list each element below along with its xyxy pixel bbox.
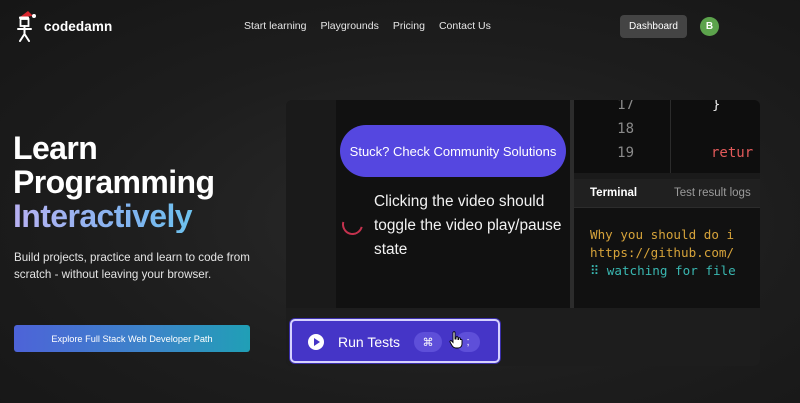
top-nav: Start learning Playgrounds Pricing Conta… [244,20,491,32]
hero-subtitle: Build projects, practice and learn to co… [14,251,250,281]
code-editor[interactable]: 17 18 19 } retur [574,100,760,173]
terminal-line: https://github.com/ [590,245,735,260]
brand-logo[interactable]: codedamn [14,10,112,42]
explore-path-button[interactable]: Explore Full Stack Web Developer Path [14,325,250,352]
terminal-line: ⠿ watching for file [590,263,736,278]
line-number: 19 [617,145,634,161]
tab-terminal[interactable]: Terminal [590,187,637,199]
nav-link-contact-us[interactable]: Contact Us [439,20,491,32]
terminal-line: Why you should do i [590,227,735,242]
pointer-cursor-icon [449,331,463,349]
nav-link-playgrounds[interactable]: Playgrounds [320,20,378,32]
terminal-tabs: Terminal Test result logs [574,179,760,208]
avatar[interactable]: B [700,17,719,36]
run-tests-label: Run Tests [338,334,400,350]
dashboard-button[interactable]: Dashboard [620,15,687,38]
shortcut-key-command: ⌘ [414,332,442,352]
terminal-pane: Terminal Test result logs Why you should… [574,179,760,308]
code-line-19: retur [711,145,754,161]
line-number: 18 [617,121,634,137]
nav-link-pricing[interactable]: Pricing [393,20,425,32]
code-gutter-line [670,100,671,173]
code-line-17: } [712,100,721,113]
codedamn-logo-icon [14,10,38,42]
tab-test-result-logs[interactable]: Test result logs [674,187,751,199]
hero-title-line-3: Interactively [13,199,214,233]
brand-name: codedamn [44,18,113,34]
hero-title: Learn Programming Interactively [13,130,215,233]
play-icon [308,334,324,350]
run-tests-button[interactable]: Run Tests ⌘ ; [290,319,500,363]
hero-title-line-2: Programming [13,164,215,200]
community-solutions-button[interactable]: Stuck? Check Community Solutions [340,125,566,177]
line-number: 17 [617,100,634,113]
nav-link-start-learning[interactable]: Start learning [244,20,306,32]
hero-title-line-1: Learn [13,130,98,166]
task-description: Clicking the video should toggle the vid… [374,193,562,258]
